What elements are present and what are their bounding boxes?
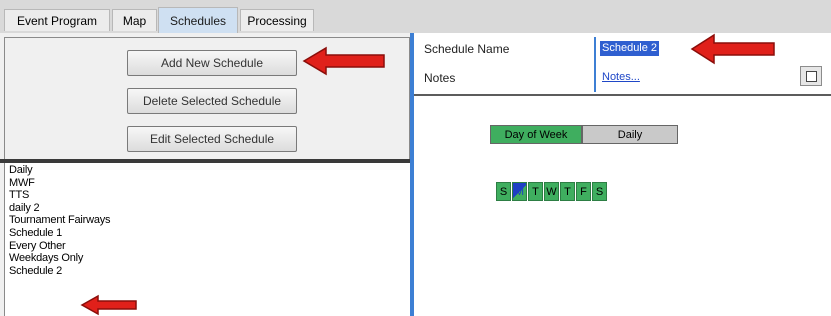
header-divider [414,94,831,96]
day-tuesday[interactable]: T [528,182,543,201]
list-item[interactable]: Schedule 1 [5,227,410,240]
arrow-schedule-name-icon [690,33,775,65]
day-thursday[interactable]: T [560,182,575,201]
schedule-name-field[interactable]: Schedule 2 [600,41,660,56]
list-item[interactable]: Daily [5,164,410,177]
schedule-details-panel: Schedule Name Notes Schedule 2 Notes... … [414,33,831,316]
notes-label: Notes [424,71,456,85]
list-item-selected[interactable]: Schedule 2 [5,265,410,278]
daily-toggle[interactable]: Daily [582,125,678,144]
day-wednesday[interactable]: W [544,182,559,201]
arrow-schedule-list-item-icon [80,294,137,316]
day-sunday[interactable]: S [496,182,511,201]
notes-field[interactable]: Notes... [602,71,640,83]
edit-selected-schedule-button[interactable]: Edit Selected Schedule [127,126,297,152]
day-friday[interactable]: F [576,182,591,201]
list-item[interactable]: daily 2 [5,202,410,215]
schedule-name-label: Schedule Name [424,42,510,56]
delete-selected-schedule-button[interactable]: Delete Selected Schedule [127,88,297,114]
schedule-list: Daily MWF TTS daily 2 Tournament Fairway… [4,163,410,316]
day-monday[interactable]: M [512,182,527,201]
tab-event-program[interactable]: Event Program [4,9,110,31]
list-item[interactable]: Weekdays Only [5,252,410,265]
list-item[interactable]: Tournament Fairways [5,214,410,227]
day-of-week-toggle[interactable]: Day of Week [490,125,582,144]
add-new-schedule-button[interactable]: Add New Schedule [127,50,297,76]
list-item[interactable]: MWF [5,177,410,190]
tab-map[interactable]: Map [112,9,157,31]
list-item[interactable]: TTS [5,189,410,202]
tab-processing[interactable]: Processing [240,9,314,31]
list-item[interactable]: Every Other [5,240,410,253]
property-divider [594,37,596,92]
notes-edit-button[interactable] [800,66,822,86]
tab-schedules[interactable]: Schedules [158,7,238,33]
arrow-add-schedule-icon [302,46,385,76]
square-icon [806,71,817,82]
tab-strip: Event Program Map Schedules Processing [0,0,831,33]
day-saturday[interactable]: S [592,182,607,201]
